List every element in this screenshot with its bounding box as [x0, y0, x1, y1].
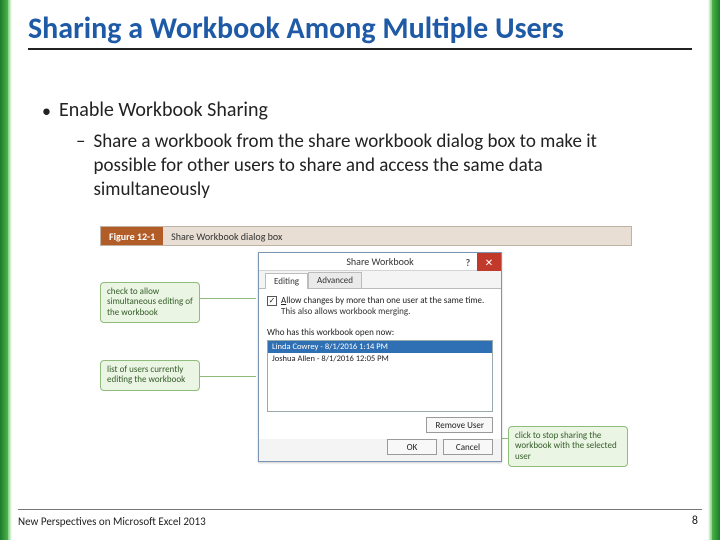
page-number: 8: [692, 514, 698, 528]
figure-body: check to allow simultaneous editing of t…: [100, 252, 632, 468]
right-border-outer: [712, 0, 720, 540]
dialog-titlebar: Share Workbook ? ✕: [259, 253, 501, 271]
figure-number: Figure 12-1: [101, 227, 163, 245]
bullet1-text: Enable Workbook Sharing: [59, 98, 268, 124]
figure-caption: Share Workbook dialog box: [163, 227, 290, 245]
tab-advanced[interactable]: Advanced: [308, 272, 362, 288]
help-icon[interactable]: ?: [459, 253, 477, 271]
bullet-dot: •: [42, 98, 51, 124]
dialog-button-row: OK Cancel: [387, 439, 493, 455]
bullet-dash: –: [76, 130, 85, 201]
callout-leader-1: [200, 298, 256, 299]
allow-changes-label: Allow changes by more than one user at t…: [281, 295, 484, 306]
callout-leader-2: [200, 376, 256, 377]
ok-button[interactable]: OK: [387, 439, 437, 455]
tab-editing[interactable]: Editing: [265, 273, 308, 289]
user-list[interactable]: Linda Cowrey - 8/1/2016 1:14 PM Joshua A…: [267, 340, 493, 412]
remove-user-button[interactable]: Remove User: [426, 417, 493, 433]
list-item[interactable]: Joshua Allen - 8/1/2016 12:05 PM: [268, 353, 492, 365]
cancel-button[interactable]: Cancel: [443, 439, 493, 455]
bullet-level-2: – Share a workbook from the share workbo…: [76, 130, 690, 201]
allow-changes-row: ✓ Allow changes by more than one user at…: [267, 295, 493, 306]
left-border-outer: [0, 0, 8, 540]
dialog-title: Share Workbook: [346, 255, 413, 268]
body-content: • Enable Workbook Sharing – Share a work…: [42, 98, 690, 201]
list-item[interactable]: Linda Cowrey - 8/1/2016 1:14 PM: [268, 341, 492, 353]
callout-remove-user: click to stop sharing the workbook with …: [508, 426, 628, 467]
callout-allow-editing: check to allow simultaneous editing of t…: [100, 282, 200, 323]
share-workbook-dialog: Share Workbook ? ✕ Editing Advanced ✓ Al…: [258, 252, 502, 462]
slide-title: Sharing a Workbook Among Multiple Users: [28, 12, 692, 50]
figure-wrap: Figure 12-1 Share Workbook dialog box ch…: [100, 226, 632, 468]
figure-caption-bar: Figure 12-1 Share Workbook dialog box: [100, 226, 632, 246]
bullet2-text: Share a workbook from the share workbook…: [93, 130, 653, 201]
allow-changes-note: This also allows workbook merging.: [281, 306, 493, 317]
right-border-inner: [708, 0, 712, 540]
dialog-tabs: Editing Advanced: [259, 271, 501, 289]
who-has-open-label: Who has this workbook open now:: [267, 327, 493, 338]
callout-user-list: list of users currently editing the work…: [100, 360, 200, 391]
allow-changes-checkbox[interactable]: ✓: [267, 296, 277, 306]
bullet-level-1: • Enable Workbook Sharing: [42, 98, 690, 124]
footer-text: New Perspectives on Microsoft Excel 2013: [18, 515, 206, 528]
close-icon[interactable]: ✕: [477, 253, 501, 271]
allow-changes-text: llow changes by more than one user at th…: [286, 295, 484, 306]
footer-divider: [18, 509, 702, 510]
left-border-inner: [8, 0, 12, 540]
